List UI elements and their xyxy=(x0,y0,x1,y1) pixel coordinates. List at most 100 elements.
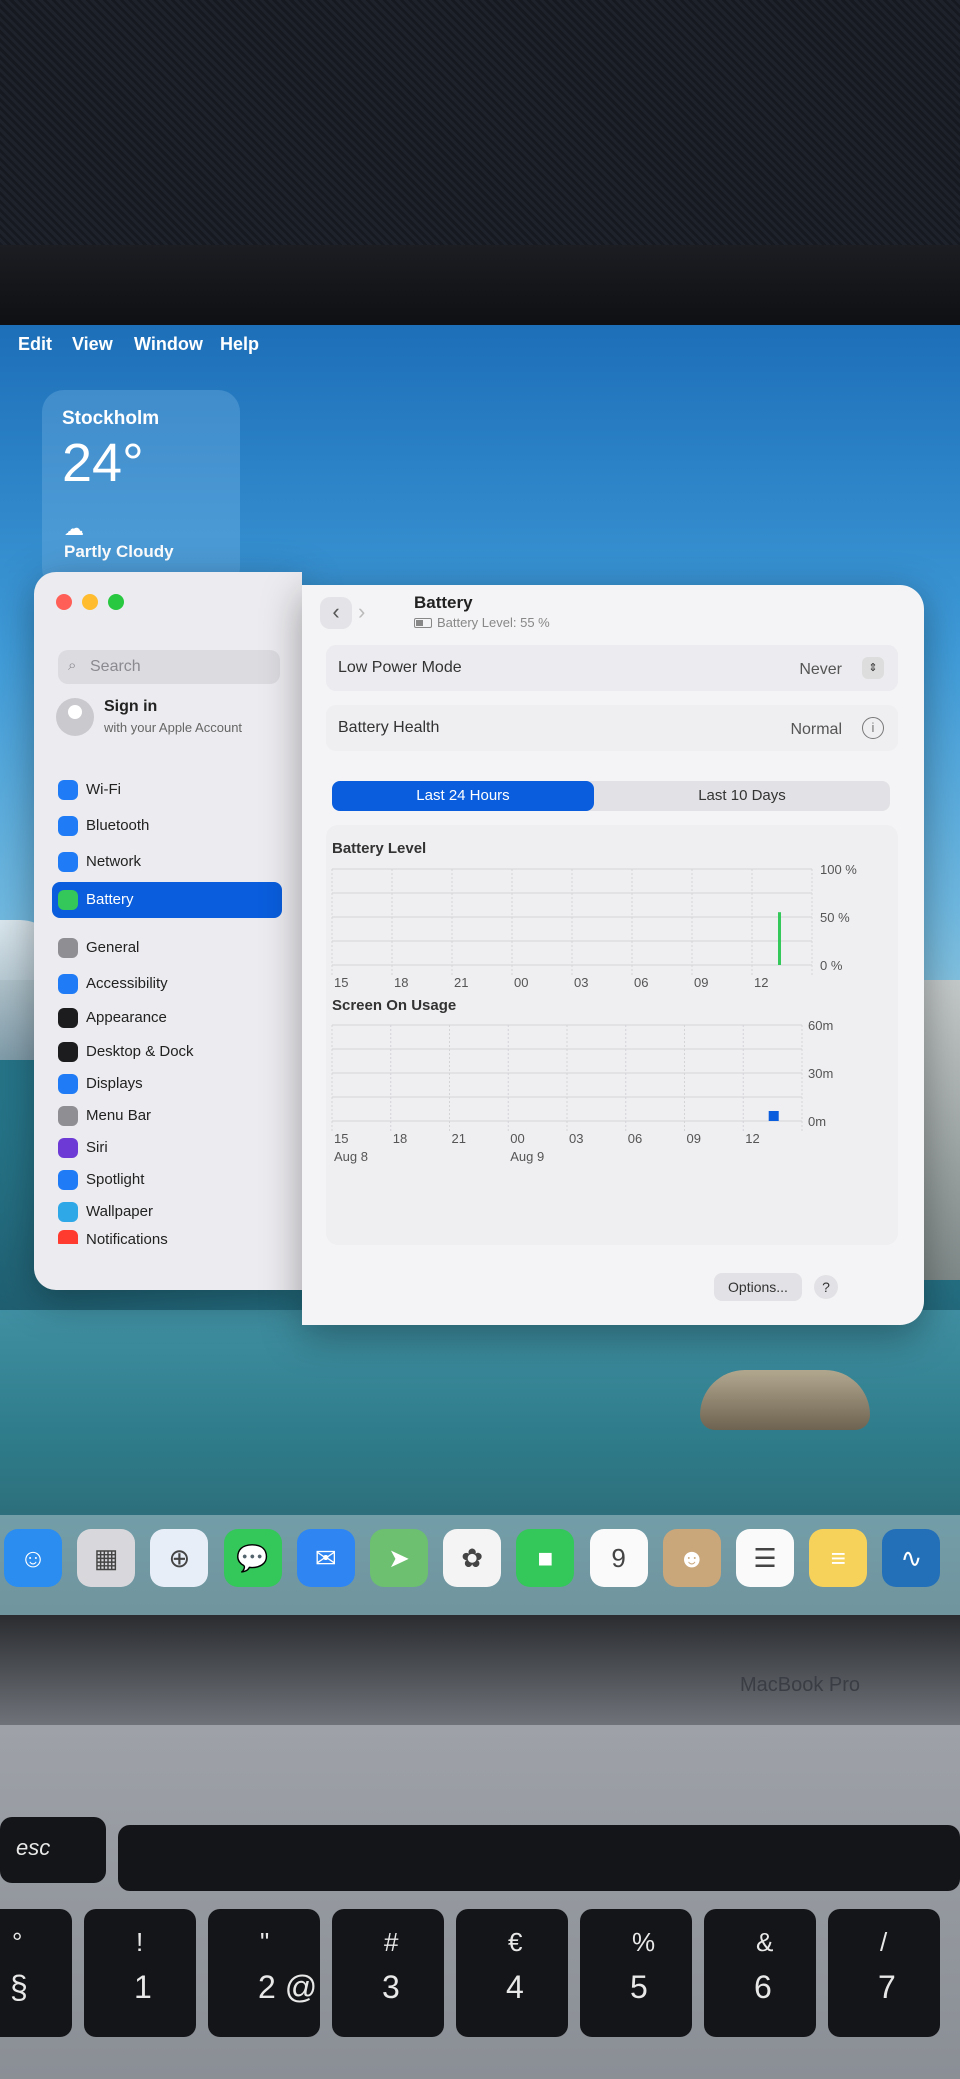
tab-last-24-hours[interactable]: Last 24 Hours xyxy=(332,781,594,811)
key-esc[interactable]: esc xyxy=(0,1817,106,1883)
appearance-icon xyxy=(58,1008,78,1028)
apple-account-signin[interactable]: Sign in with your Apple Account xyxy=(56,694,286,746)
screen-on-usage-tick-label: 00 xyxy=(510,1131,524,1146)
contacts-icon[interactable]: ☻ xyxy=(662,1529,721,1587)
forward-button[interactable]: › xyxy=(358,597,365,627)
key-bottom-symbol: 7 xyxy=(878,1969,896,2005)
options-button[interactable]: Options... xyxy=(714,1273,802,1301)
screen-on-usage-title: Screen On Usage xyxy=(332,997,456,1014)
globe-icon xyxy=(58,852,78,872)
siri-icon xyxy=(58,1138,78,1158)
flower-icon xyxy=(58,1202,78,1222)
facetime-icon[interactable]: ■ xyxy=(516,1529,575,1587)
battery-icon xyxy=(58,890,78,910)
key-5[interactable]: €4 xyxy=(456,1909,568,2037)
freeform-icon[interactable]: ∿ xyxy=(882,1529,941,1587)
mail-glyph: ✉ xyxy=(314,1543,337,1573)
sidebar-item-notifications[interactable]: Notifications xyxy=(52,1222,282,1244)
low-power-mode-row: Low Power Mode Never ⇕ xyxy=(326,645,898,691)
back-button[interactable]: ‹ xyxy=(320,597,352,629)
zoom-button[interactable] xyxy=(108,594,124,610)
key-2[interactable]: ! 1 xyxy=(84,1909,196,2037)
battery-level-tick-label: 15 xyxy=(334,975,348,990)
key-7[interactable]: & 6 xyxy=(704,1909,816,2037)
touch-bar[interactable] xyxy=(118,1825,960,1891)
notes-icon[interactable]: ≡ xyxy=(809,1529,868,1587)
key-1[interactable]: ° § xyxy=(0,1909,72,2037)
screen-on-usage-ytick-label: 60m xyxy=(808,1018,833,1033)
finder-glyph: ☺ xyxy=(19,1543,47,1573)
menu-view[interactable]: View xyxy=(72,334,113,355)
screen-on-usage-ytick-label: 30m xyxy=(808,1066,833,1081)
sidebar-item-network[interactable]: Network xyxy=(52,844,282,880)
battery-small-icon xyxy=(414,618,432,628)
finder-icon[interactable]: ☺ xyxy=(4,1529,62,1587)
sidebar-item-battery[interactable]: Battery xyxy=(52,882,282,918)
messages-icon[interactable]: 💬 xyxy=(223,1529,282,1587)
sidebar-item-label: Wallpaper xyxy=(86,1203,153,1220)
messages-glyph: 💬 xyxy=(236,1543,269,1573)
screen-on-usage-tick-label: 09 xyxy=(687,1131,701,1146)
sidebar-item-label: Displays xyxy=(86,1075,143,1092)
dock-icon xyxy=(58,1042,78,1062)
battery-level-title: Battery Level xyxy=(332,840,426,857)
key-3[interactable]: " 2 @ xyxy=(208,1909,320,2037)
reminders-icon[interactable]: ☰ xyxy=(736,1529,794,1587)
search-placeholder: Search xyxy=(90,658,141,675)
tab-last-10-days[interactable]: Last 10 Days xyxy=(594,781,890,811)
menu-window[interactable]: Window xyxy=(134,334,203,355)
sidebar-item-bluetooth[interactable]: Bluetooth xyxy=(52,808,282,844)
menu-bar: Edit View Window Help xyxy=(0,330,960,360)
safari-icon[interactable]: ⊕ xyxy=(150,1529,209,1587)
gear-icon xyxy=(58,938,78,958)
weather-city: Stockholm xyxy=(62,408,160,429)
battery-level-tick-label: 12 xyxy=(754,975,768,990)
photos-icon[interactable]: ✿ xyxy=(443,1529,502,1587)
keyboard-deck: esc ° §! 1 " 2 @ #3 €4% 5 & 6/7 xyxy=(0,1725,960,2079)
partly-cloudy-icon: ☁ xyxy=(64,518,84,540)
battery-level-ytick-label: 0 % xyxy=(820,958,843,973)
battery-health-row: Battery Health Normal i xyxy=(326,705,898,751)
charts-svg: Battery Level 15 18 21 00 03 06 09 12 100 % 50 % 0 … xyxy=(331,840,857,1164)
sidebar-item-spotlight[interactable]: Spotlight xyxy=(52,1162,282,1198)
facetime-glyph: ■ xyxy=(537,1543,554,1573)
search-input[interactable]: ⌕ Search xyxy=(58,650,280,684)
key-6[interactable]: % 5 xyxy=(580,1909,692,2037)
sidebar-item-menu-bar[interactable]: Menu Bar xyxy=(52,1098,282,1134)
sidebar-item-general[interactable]: General xyxy=(52,930,282,966)
wifi-icon xyxy=(58,780,78,800)
low-power-mode-popup[interactable]: ⇕ xyxy=(862,657,884,679)
battery-level-tick-label: 21 xyxy=(454,975,468,990)
info-icon[interactable]: i xyxy=(862,717,884,739)
battery-level-tick-label: 09 xyxy=(694,975,708,990)
battery-level-tick-label: 18 xyxy=(394,975,408,990)
key-8[interactable]: /7 xyxy=(828,1909,940,2037)
screen-on-usage-ytick-label: 0m xyxy=(808,1114,826,1129)
sidebar-item-wi-fi[interactable]: Wi-Fi xyxy=(52,772,282,808)
minimize-button[interactable] xyxy=(82,594,98,610)
screen-on-usage-bar xyxy=(768,1111,779,1121)
battery-level-ytick-label: 50 % xyxy=(820,910,850,925)
key-bottom-symbol: § xyxy=(10,1969,28,2005)
sidebar-item-label: Desktop & Dock xyxy=(86,1043,194,1060)
weather-widget[interactable]: Stockholm 24° ☁ Partly Cloudy xyxy=(42,390,240,590)
help-button[interactable]: ? xyxy=(814,1275,838,1299)
menu-edit[interactable]: Edit xyxy=(18,334,52,355)
menu-help[interactable]: Help xyxy=(220,334,259,355)
magnifier-icon xyxy=(58,1170,78,1190)
sidebar-item-accessibility[interactable]: Accessibility xyxy=(52,966,282,1002)
calendar-icon[interactable]: 9 xyxy=(589,1529,648,1587)
sidebar-item-desktop-dock[interactable]: Desktop & Dock xyxy=(52,1034,282,1070)
bluetooth-icon xyxy=(58,816,78,836)
maps-icon[interactable]: ➤ xyxy=(370,1529,428,1587)
key-bottom-symbol: 5 xyxy=(630,1969,648,2005)
sidebar-item-appearance[interactable]: Appearance xyxy=(52,1000,282,1036)
battery-level-tick-label: 03 xyxy=(574,975,588,990)
sidebar-item-displays[interactable]: Displays xyxy=(52,1066,282,1102)
close-button[interactable] xyxy=(56,594,72,610)
screen-bezel xyxy=(0,245,960,330)
launchpad-icon[interactable]: ▦ xyxy=(77,1529,136,1587)
mail-icon[interactable]: ✉ xyxy=(296,1529,355,1587)
key-4[interactable]: #3 xyxy=(332,1909,444,2037)
sidebar-item-siri[interactable]: Siri xyxy=(52,1130,282,1166)
